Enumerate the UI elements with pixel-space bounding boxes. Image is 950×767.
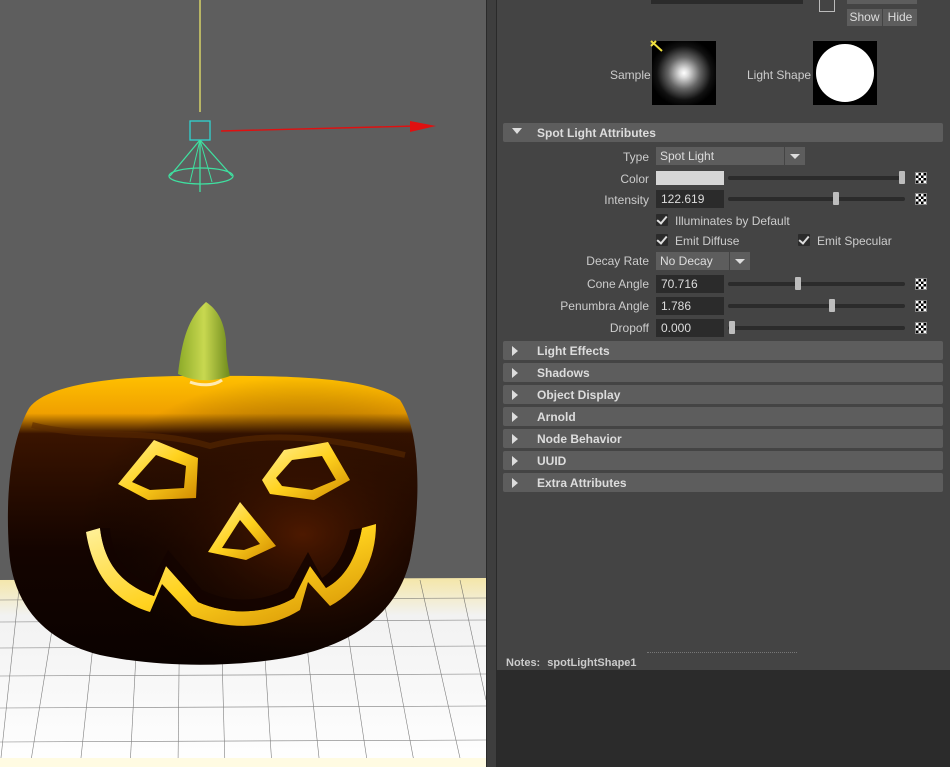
expand-triangle-icon: [512, 412, 518, 422]
section-title: UUID: [537, 454, 567, 468]
type-value: Spot Light: [660, 149, 715, 163]
cone-angle-map-button[interactable]: [915, 278, 927, 290]
decay-rate-label: Decay Rate: [586, 254, 649, 268]
section-title: Shadows: [537, 366, 590, 380]
decay-rate-dropdown[interactable]: No Decay: [656, 252, 750, 270]
expand-triangle-icon: [512, 434, 518, 444]
notes-label: Notes: spotLightShape1: [506, 657, 637, 669]
chevron-down-icon: [784, 147, 805, 165]
dropoff-map-button[interactable]: [915, 322, 927, 334]
expand-triangle-icon: [512, 390, 518, 400]
dropoff-label: Dropoff: [609, 321, 649, 335]
light-shape-label: Light Shape: [747, 68, 812, 82]
expand-triangle-icon: [512, 478, 518, 488]
light-shape-swatch[interactable]: [813, 41, 877, 105]
penumbra-angle-map-button[interactable]: [915, 300, 927, 312]
collapse-triangle-icon: [512, 128, 522, 134]
section-extra-attributes[interactable]: Extra Attributes: [503, 473, 943, 492]
top-button-partial[interactable]: [847, 0, 917, 4]
chevron-down-icon: [729, 252, 750, 270]
light-bulb-icon: [650, 40, 664, 52]
intensity-label: Intensity: [604, 193, 649, 207]
show-button[interactable]: Show: [847, 9, 882, 26]
notes-resize-handle[interactable]: [647, 652, 797, 653]
3d-viewport[interactable]: [0, 0, 486, 767]
intensity-map-button[interactable]: [915, 193, 927, 205]
panel-splitter[interactable]: [486, 0, 497, 767]
illuminates-by-default-checkbox[interactable]: [656, 214, 668, 226]
expand-triangle-icon: [512, 346, 518, 356]
section-uuid[interactable]: UUID: [503, 451, 943, 470]
section-title: Extra Attributes: [537, 476, 627, 490]
select-node-icon[interactable]: [819, 0, 835, 12]
dropoff-slider-handle[interactable]: [729, 321, 735, 334]
cone-angle-slider[interactable]: [728, 282, 905, 286]
section-arnold[interactable]: Arnold: [503, 407, 943, 426]
color-slider[interactable]: [728, 176, 905, 180]
notes-node-name: spotLightShape1: [547, 657, 637, 669]
emit-specular-label: Emit Specular: [817, 234, 892, 248]
section-object-display[interactable]: Object Display: [503, 385, 943, 404]
sample-swatch[interactable]: [650, 40, 716, 105]
cone-angle-slider-handle[interactable]: [795, 277, 801, 290]
section-light-effects[interactable]: Light Effects: [503, 341, 943, 360]
intensity-slider-handle[interactable]: [833, 192, 839, 205]
notes-textarea[interactable]: [497, 670, 950, 767]
section-title: Light Effects: [537, 344, 610, 358]
hide-button[interactable]: Hide: [883, 9, 917, 26]
cone-angle-field[interactable]: 70.716: [656, 275, 724, 293]
expand-triangle-icon: [512, 368, 518, 378]
color-swatch[interactable]: [656, 171, 724, 185]
attribute-editor: Show Hide Sample Light Shape Spot Light …: [497, 0, 950, 767]
section-spot-light-attributes[interactable]: Spot Light Attributes: [503, 123, 943, 142]
penumbra-angle-label: Penumbra Angle: [560, 299, 649, 313]
emit-specular-checkbox[interactable]: [798, 234, 810, 246]
sample-label: Sample: [610, 68, 651, 82]
pumpkin-model[interactable]: [7, 302, 418, 665]
color-label: Color: [620, 172, 649, 186]
top-field-partial[interactable]: [651, 0, 803, 4]
cone-angle-label: Cone Angle: [586, 277, 649, 291]
section-shadows[interactable]: Shadows: [503, 363, 943, 382]
type-dropdown[interactable]: Spot Light: [656, 147, 805, 165]
section-title: Node Behavior: [537, 432, 622, 446]
section-title: Arnold: [537, 410, 576, 424]
type-label: Type: [622, 150, 649, 164]
expand-triangle-icon: [512, 456, 518, 466]
intensity-field[interactable]: 122.619: [656, 190, 724, 208]
light-shape-disc: [816, 44, 874, 102]
dropoff-field[interactable]: 0.000: [656, 319, 724, 337]
viewport-scene[interactable]: [0, 0, 486, 767]
section-title: Object Display: [537, 388, 621, 402]
notes-prefix: Notes:: [506, 657, 541, 669]
penumbra-angle-slider[interactable]: [728, 304, 905, 308]
section-node-behavior[interactable]: Node Behavior: [503, 429, 943, 448]
color-slider-handle[interactable]: [899, 171, 905, 184]
emit-diffuse-label: Emit Diffuse: [675, 234, 740, 248]
section-title: Spot Light Attributes: [537, 126, 656, 140]
decay-rate-value: No Decay: [660, 254, 713, 268]
emit-diffuse-checkbox[interactable]: [656, 234, 668, 246]
illuminates-by-default-label: Illuminates by Default: [675, 214, 790, 228]
spotlight-locator[interactable]: [168, 0, 234, 192]
penumbra-angle-slider-handle[interactable]: [829, 299, 835, 312]
translate-x-arrow[interactable]: [220, 121, 436, 132]
color-map-button[interactable]: [915, 172, 927, 184]
intensity-slider[interactable]: [728, 197, 905, 201]
penumbra-angle-field[interactable]: 1.786: [656, 297, 724, 315]
dropoff-slider[interactable]: [728, 326, 905, 330]
